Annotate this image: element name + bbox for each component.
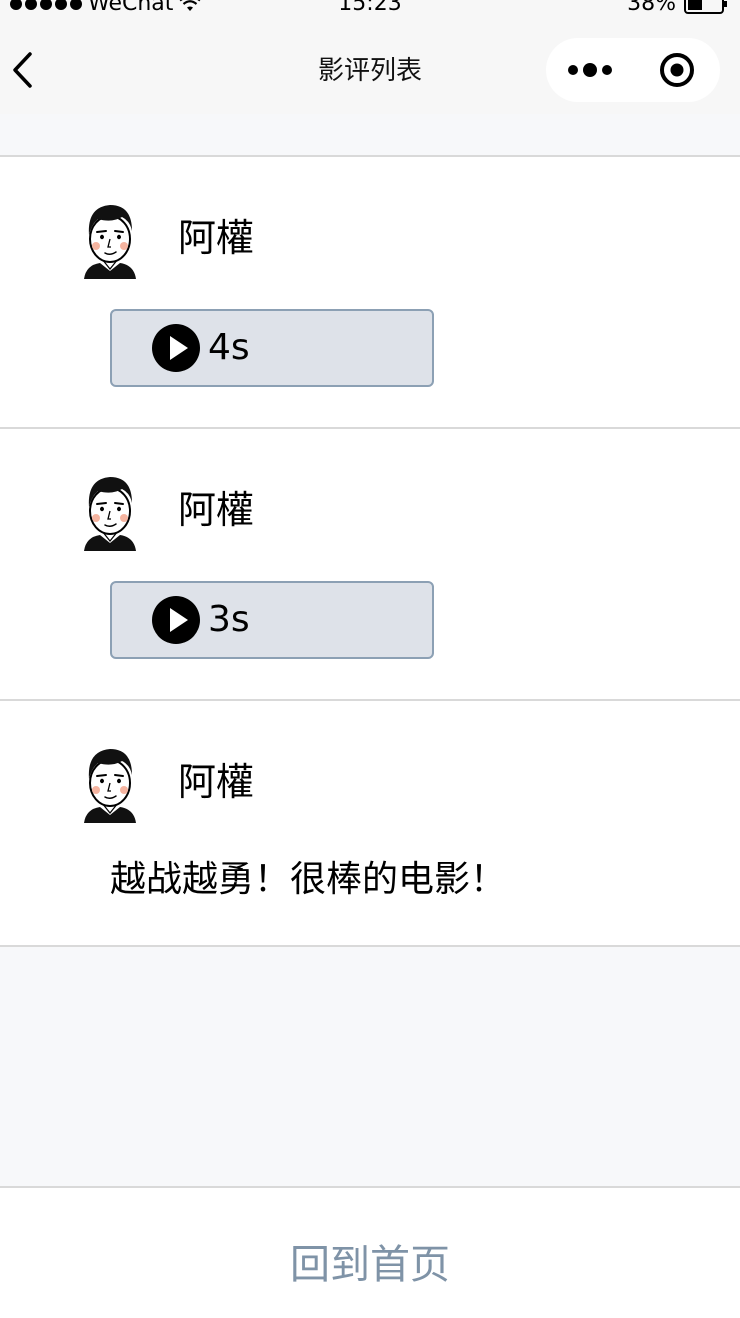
more-button[interactable]: [546, 38, 633, 102]
navigation-bar: 影评列表: [0, 22, 740, 114]
play-icon: [152, 596, 200, 644]
voice-duration: 4s: [208, 327, 250, 368]
status-right: 38%: [627, 0, 728, 15]
user-name: 阿權: [178, 488, 255, 532]
review-item: 阿權 越战越勇！很棒的电影！: [0, 701, 740, 947]
review-list: 阿權 4s 阿權 3s 阿權 越战越勇！很棒的电影！: [0, 155, 740, 947]
review-text: 越战越勇！很棒的电影！: [110, 859, 507, 900]
user-name: 阿權: [178, 760, 255, 804]
play-icon: [152, 324, 200, 372]
review-item: 阿權 3s: [0, 429, 740, 701]
status-bar: WeChat 15:23 38%: [0, 0, 740, 22]
voice-duration: 3s: [208, 599, 250, 640]
menu-capsule: [546, 38, 720, 102]
avatar: [84, 477, 136, 551]
review-item: 阿權 4s: [0, 157, 740, 429]
target-icon: [659, 53, 694, 87]
avatar: [84, 205, 136, 279]
more-icon: [567, 63, 612, 77]
battery-percent: 38%: [627, 0, 676, 16]
user-name: 阿權: [178, 216, 255, 260]
voice-play-button[interactable]: 4s: [110, 309, 434, 387]
close-miniprogram-button[interactable]: [633, 38, 720, 102]
battery-icon: [684, 0, 727, 14]
footer-bar: 回到首页: [0, 1186, 740, 1318]
avatar: [84, 749, 136, 823]
voice-play-button[interactable]: 3s: [110, 581, 434, 659]
back-to-home-button[interactable]: 回到首页: [0, 1232, 740, 1290]
